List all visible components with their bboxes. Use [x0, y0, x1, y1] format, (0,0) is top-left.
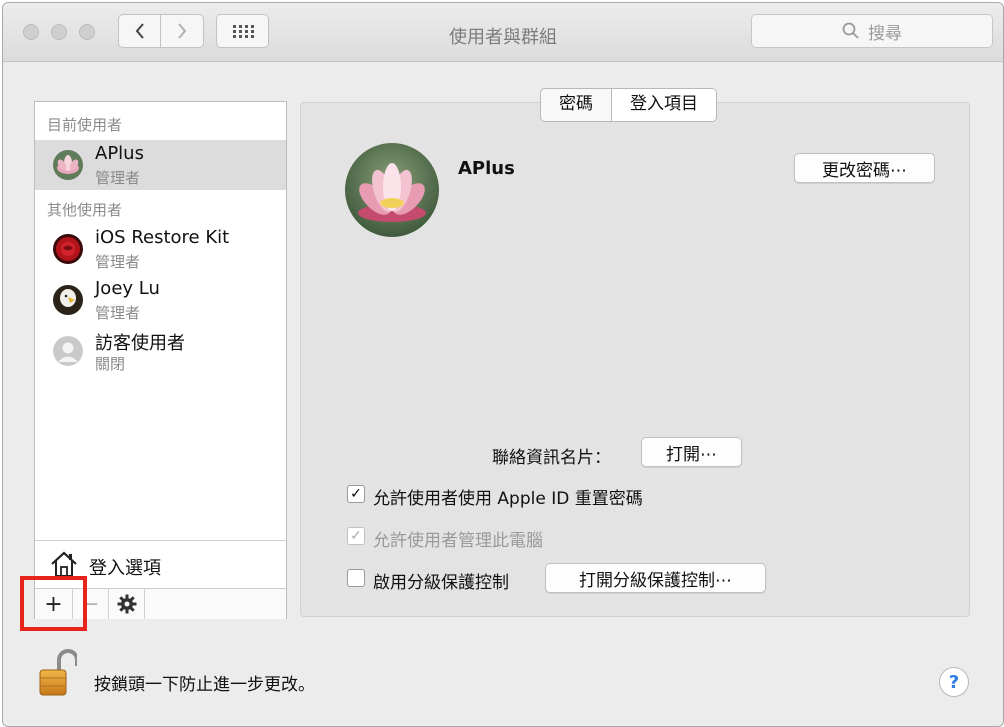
avatar	[53, 285, 83, 315]
user-item-aplus[interactable]: APlus 管理者	[35, 140, 286, 190]
guest-user-icon	[53, 336, 83, 366]
open-contact-card-button[interactable]: 打開⋯	[641, 437, 742, 467]
user-item-joey-lu[interactable]: Joey Lu 管理者	[35, 275, 286, 325]
user-item-guest[interactable]: 訪客使用者 關閉	[35, 326, 286, 376]
lock-button[interactable]	[37, 648, 79, 698]
other-users-header: 其他使用者	[47, 201, 123, 219]
parental-controls-checkbox[interactable]	[347, 569, 365, 587]
tab-login-items[interactable]: 登入項目	[611, 89, 716, 121]
user-role: 管理者	[95, 169, 141, 187]
contact-card-label: 聯絡資訊名片：	[492, 448, 611, 468]
open-parental-controls-button[interactable]: 打開分級保護控制⋯	[545, 563, 766, 593]
user-item-ios-restore-kit[interactable]: iOS Restore Kit 管理者	[35, 224, 286, 274]
user-name: iOS Restore Kit	[95, 227, 230, 248]
avatar	[53, 336, 83, 366]
user-name: 訪客使用者	[95, 333, 185, 354]
user-name: Joey Lu	[95, 278, 160, 299]
user-role: 關閉	[95, 355, 126, 373]
gear-icon	[117, 594, 136, 614]
allow-admin-checkbox[interactable]: ✓	[347, 527, 365, 545]
tab-password[interactable]: 密碼	[541, 89, 611, 121]
rose-avatar-icon	[53, 234, 83, 264]
preferences-window: 使用者與群組 搜尋 目前使用者 APlus 管理者 其他使用者 iOS Rest…	[2, 2, 1004, 727]
lock-message: 按鎖頭一下防止進一步更改。	[94, 675, 315, 695]
change-password-button[interactable]: 更改密碼⋯	[794, 153, 935, 183]
lotus-avatar-icon	[345, 143, 439, 237]
avatar	[53, 150, 83, 180]
user-list-sidebar: 目前使用者 APlus 管理者 其他使用者 iOS Restore Kit 管理…	[34, 101, 287, 619]
checkmark-icon: ✓	[350, 528, 362, 544]
allow-apple-id-reset-checkbox[interactable]: ✓	[347, 485, 365, 503]
lotus-avatar-icon	[53, 150, 83, 180]
avatar	[53, 234, 83, 264]
current-user-header: 目前使用者	[47, 116, 123, 134]
user-picture[interactable]	[345, 143, 439, 237]
user-role: 管理者	[95, 304, 141, 322]
house-icon	[51, 551, 77, 577]
tab-control: 密碼 登入項目	[540, 88, 717, 122]
parental-controls-label: 啟用分級保護控制	[373, 573, 509, 593]
search-placeholder: 搜尋	[868, 23, 902, 44]
user-role: 管理者	[95, 253, 141, 271]
highlight-box	[20, 576, 87, 631]
allow-apple-id-reset-label: 允許使用者使用 Apple ID 重置密碼	[373, 489, 643, 509]
action-menu-button[interactable]	[109, 589, 145, 619]
help-button[interactable]: ?	[939, 667, 969, 697]
user-full-name: APlus	[458, 158, 515, 179]
allow-admin-label: 允許使用者管理此電腦	[373, 531, 543, 551]
login-options-label: 登入選項	[89, 558, 161, 579]
checkmark-icon: ✓	[350, 486, 362, 502]
search-icon	[842, 22, 859, 39]
eagle-avatar-icon	[53, 285, 83, 315]
unlocked-padlock-icon	[39, 649, 79, 696]
search-field[interactable]: 搜尋	[751, 14, 993, 48]
title-bar: 使用者與群組 搜尋	[3, 3, 1003, 62]
user-name: APlus	[95, 143, 144, 164]
